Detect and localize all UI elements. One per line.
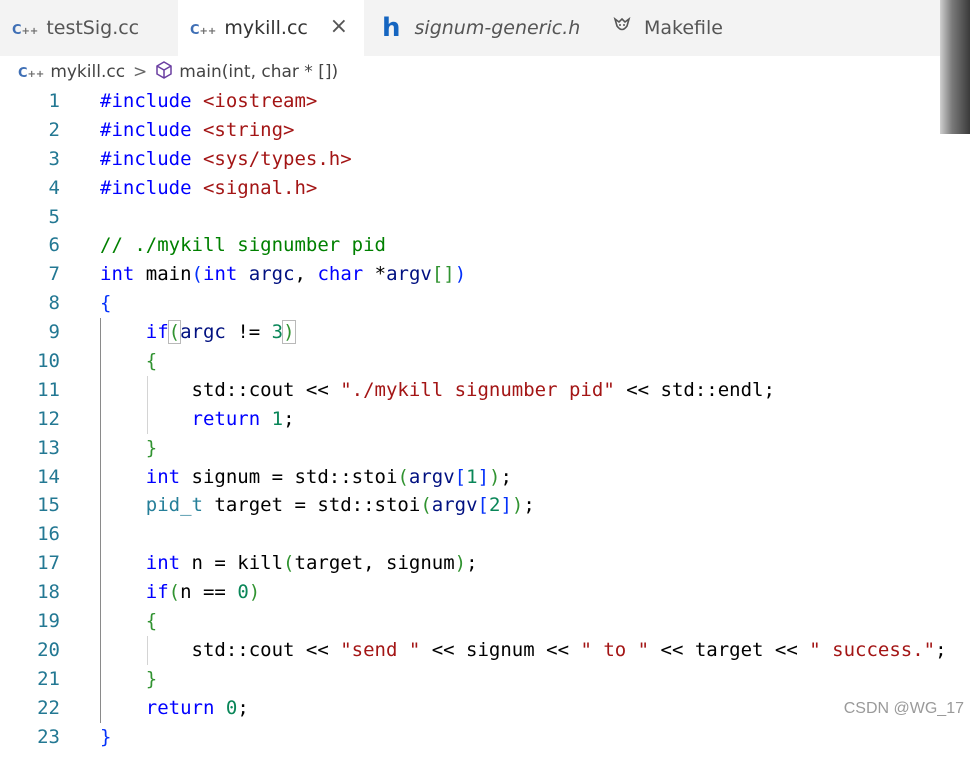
breadcrumb-file[interactable]: mykill.cc xyxy=(50,62,125,82)
code-line: 22 return 0; xyxy=(0,694,970,723)
code-line: 7 int main(int argc, char *argv[]) xyxy=(0,260,970,289)
code-text: int n = kill(target, signum); xyxy=(145,552,478,575)
code-text: return 0; xyxy=(145,696,249,719)
line-number: 21 xyxy=(37,667,60,690)
code-line: 6 // ./mykill signumber pid xyxy=(0,231,970,260)
line-number: 18 xyxy=(37,581,60,604)
code-text: #include <iostream> xyxy=(100,90,318,112)
line-number: 12 xyxy=(37,407,60,430)
code-line: 10 { xyxy=(0,347,970,376)
header-file-icon: h xyxy=(382,13,401,43)
tab-label: testSig.cc xyxy=(46,17,140,39)
line-number: 15 xyxy=(37,494,60,517)
code-text: // ./mykill signumber pid xyxy=(100,234,386,257)
code-text: } xyxy=(100,725,112,748)
tab-mykill[interactable]: C++ mykill.cc × xyxy=(178,0,364,56)
line-number: 23 xyxy=(37,725,60,748)
tab-label: mykill.cc xyxy=(224,17,308,39)
line-number: 16 xyxy=(37,523,60,546)
code-text: { xyxy=(145,610,158,633)
code-text: #include <signal.h> xyxy=(100,176,318,199)
code-line: 23} xyxy=(0,723,970,752)
line-number: 4 xyxy=(48,176,60,199)
line-number: 13 xyxy=(37,436,60,459)
code-line: 19 { xyxy=(0,607,970,636)
code-line: 8{ xyxy=(0,289,970,318)
method-cube-icon xyxy=(155,60,173,84)
code-text: int signum = std::stoi(argv[1]); xyxy=(145,465,512,488)
line-number: 6 xyxy=(48,234,60,257)
line-number: 1 xyxy=(48,90,60,112)
code-line: 16 xyxy=(0,520,970,549)
code-text: if(n == 0) xyxy=(145,581,261,604)
line-number: 7 xyxy=(48,263,60,286)
code-text: #include <string> xyxy=(100,118,295,141)
code-text: std::cout << "./mykill signumber pid" <<… xyxy=(100,378,775,401)
code-line: 3 #include <sys/types.h> xyxy=(0,145,970,174)
line-number: 20 xyxy=(37,638,60,661)
code-text: { xyxy=(100,292,112,315)
code-text: return 1; xyxy=(191,407,295,430)
code-text: #include <sys/types.h> xyxy=(100,147,352,170)
makefile-icon xyxy=(612,16,632,40)
line-number: 3 xyxy=(48,147,60,170)
tab-signum-generic[interactable]: h signum-generic.h xyxy=(364,0,600,56)
csdn-watermark: CSDN @WG_17 xyxy=(843,700,964,717)
line-number: 8 xyxy=(48,292,60,315)
tab-makefile[interactable]: Makefile xyxy=(600,0,785,56)
tab-label: Makefile xyxy=(644,17,723,39)
line-number: 2 xyxy=(48,118,60,141)
line-number: 17 xyxy=(37,552,60,575)
code-line: 17 int n = kill(target, signum); xyxy=(0,549,970,578)
code-line: 13 } xyxy=(0,434,970,463)
code-line: 15 pid_t target = std::stoi(argv[2]); xyxy=(0,491,970,520)
tab-label: signum-generic.h xyxy=(414,17,581,39)
cpp-file-icon: C++ xyxy=(190,23,217,38)
code-line: 21 } xyxy=(0,665,970,694)
line-number: 9 xyxy=(48,321,60,344)
editor-tab-bar: C++ testSig.cc C++ mykill.cc × h signum-… xyxy=(0,0,970,56)
code-text: pid_t target = std::stoi(argv[2]); xyxy=(145,494,535,517)
code-line: 14 int signum = std::stoi(argv[1]); xyxy=(0,463,970,492)
code-line: 18 if(n == 0) xyxy=(0,578,970,607)
close-icon[interactable]: × xyxy=(330,14,348,39)
code-line: 20 std::cout << "send " << signum << " t… xyxy=(0,636,970,665)
code-line: 9 if(argc != 3) xyxy=(0,318,970,347)
code-line: 12 return 1; xyxy=(0,405,970,434)
line-number: 5 xyxy=(48,205,60,228)
line-number: 19 xyxy=(37,610,60,633)
code-editor[interactable]: 1 #include <iostream> 2 #include <string> … xyxy=(0,87,970,751)
code-line: 1 #include <iostream> xyxy=(0,87,970,116)
breadcrumb: C++ mykill.cc > main(int, char * []) xyxy=(18,59,338,85)
line-number: 14 xyxy=(37,465,60,488)
cpp-file-icon: C++ xyxy=(12,23,39,38)
code-text: { xyxy=(145,350,158,373)
code-line: 2 #include <string> xyxy=(0,116,970,145)
line-number: 10 xyxy=(37,350,60,373)
breadcrumb-separator: > xyxy=(133,62,148,82)
code-text: } xyxy=(145,436,158,459)
code-line: 11 std::cout << "./mykill signumber pid"… xyxy=(0,376,970,405)
line-number: 22 xyxy=(37,696,60,719)
breadcrumb-symbol[interactable]: main(int, char * []) xyxy=(179,62,338,82)
code-text: } xyxy=(145,667,158,690)
code-text: if(argc != 3) xyxy=(145,320,296,345)
cpp-file-icon: C++ xyxy=(18,66,45,81)
code-line: 4 #include <signal.h> xyxy=(0,174,970,203)
tab-testsig[interactable]: C++ testSig.cc xyxy=(0,0,178,56)
code-text: int main(int argc, char *argv[]) xyxy=(100,263,467,286)
code-line: 5 xyxy=(0,203,970,232)
line-number: 11 xyxy=(37,378,60,401)
code-text: std::cout << "send " << signum << " to "… xyxy=(100,638,947,661)
